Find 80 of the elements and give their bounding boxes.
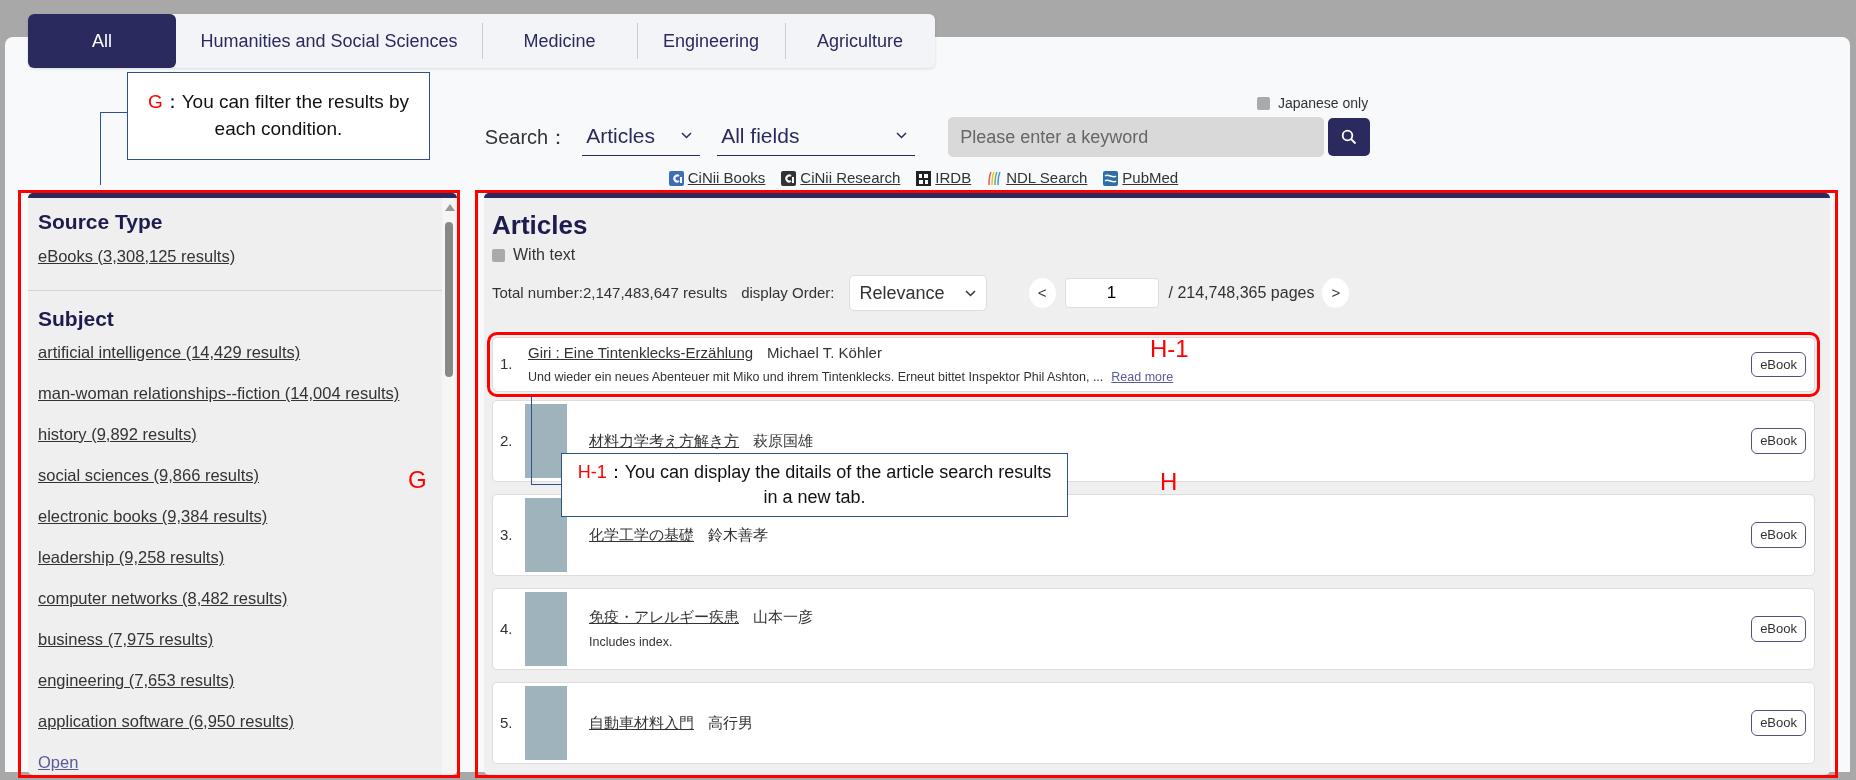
external-link[interactable]: IRDB: [935, 167, 972, 190]
ebook-button[interactable]: eBook: [1751, 522, 1806, 548]
region-label: H-1: [1150, 337, 1189, 361]
logo-icon: [987, 170, 1003, 186]
sort-dropdown[interactable]: Relevance: [848, 275, 987, 311]
logo-icon: [668, 170, 684, 186]
category-tab[interactable]: Agriculture: [785, 14, 935, 68]
search-label: Search：: [484, 125, 569, 150]
facet-link[interactable]: application software (6,950 results): [38, 710, 294, 733]
checkbox[interactable]: [492, 248, 505, 262]
result-title-link[interactable]: 免疫・アレルギー疾患: [589, 606, 739, 629]
facet-link[interactable]: leadership (9,258 results): [38, 546, 225, 569]
result-number: 1.: [500, 354, 514, 375]
external-link[interactable]: CiNii Research: [800, 167, 901, 190]
keyword-field[interactable]: Please enter a keyword: [948, 117, 1325, 157]
result-number: 3.: [500, 524, 514, 545]
page-total: / 214,748,365 pages: [1168, 283, 1315, 303]
result-number: 4.: [500, 618, 514, 639]
checkbox-label: With text: [513, 245, 576, 265]
result-author: 高行男: [708, 712, 753, 733]
page-number-field[interactable]: 1: [1064, 278, 1159, 308]
result-author: 鈴木善孝: [708, 524, 768, 545]
result-author: Michael T. Köhler: [767, 342, 882, 363]
external-link[interactable]: NDL Search: [1006, 167, 1088, 190]
ebook-button[interactable]: eBook: [1751, 428, 1806, 454]
facet-link[interactable]: computer networks (8,482 results): [38, 587, 288, 610]
scroll-up-icon[interactable]: [445, 204, 455, 211]
result-author: 萩原国雄: [753, 430, 813, 451]
ebook-button[interactable]: eBook: [1751, 710, 1806, 736]
logo-icon: [916, 170, 932, 186]
previous-page-button[interactable]: <: [1028, 278, 1056, 308]
result-count: Total number:2,147,483,647 results: [492, 282, 728, 303]
facet-link[interactable]: social sciences (9,866 results): [38, 464, 259, 487]
facet-link[interactable]: business (7,975 results): [38, 628, 214, 651]
logo-icon: [781, 170, 797, 186]
facet-link[interactable]: engineering (7,653 results): [38, 669, 235, 692]
result-title-link[interactable]: Giri : Eine Tintenklecks-Erzählung: [528, 341, 754, 365]
result-description: Und wieder ein neues Abenteuer mit Miko und ihrem Tintenklecks. Erneut bittet Inspektor Phil Ashton, ...: [528, 369, 1104, 387]
category-tab[interactable]: All: [28, 14, 176, 68]
sort-label: display Order:: [741, 282, 835, 303]
facet-link[interactable]: artificial intelligence (14,429 results): [38, 341, 301, 364]
search-icon: [1341, 129, 1358, 145]
facet-link[interactable]: history (9,892 results): [38, 423, 197, 446]
result-number: 5.: [500, 712, 514, 733]
search-type-dropdown[interactable]: Articles: [582, 118, 701, 156]
open-link[interactable]: Open: [38, 751, 79, 774]
section-heading: Articles: [492, 209, 589, 242]
search-button[interactable]: [1328, 118, 1371, 156]
search-field-dropdown[interactable]: All fields: [717, 118, 916, 156]
next-page-button[interactable]: >: [1322, 278, 1350, 308]
external-link[interactable]: PubMed: [1122, 167, 1179, 190]
logo-icon: [1103, 170, 1119, 186]
checkbox-label: Japanese only: [1277, 94, 1369, 113]
facet-link[interactable]: man-woman relationships--fiction (14,004 results): [38, 382, 400, 405]
category-tab[interactable]: Humanities and Social Sciences: [176, 14, 482, 68]
region-label: G: [408, 468, 427, 492]
region-label: H: [1160, 470, 1178, 494]
callout-note: H-1：You can display the ditails of the article search results in a new tab.: [561, 453, 1068, 517]
facet-link[interactable]: electronic books (9,384 results): [38, 505, 268, 528]
result-title-link[interactable]: 自動車材料入門: [589, 711, 694, 735]
result-author: 山本一彦: [753, 607, 813, 628]
external-link[interactable]: CiNii Books: [687, 167, 766, 190]
chevron-down-icon: [681, 132, 693, 139]
result-title-link[interactable]: 化学工学の基礎: [589, 523, 694, 547]
read-more-link[interactable]: Read more: [1111, 368, 1174, 388]
result-description: Includes index.: [589, 633, 673, 651]
callout-note: G：You can filter the results by each condition.: [127, 72, 430, 160]
scrollbar-thumb[interactable]: [445, 222, 453, 377]
facet-heading: Subject: [38, 305, 115, 332]
chevron-down-icon: [964, 289, 976, 297]
facet-link[interactable]: eBooks (3,308,125 results): [38, 244, 236, 268]
checkbox[interactable]: [1256, 97, 1270, 110]
facet-heading: Source Type: [38, 209, 164, 235]
ebook-button[interactable]: eBook: [1751, 616, 1806, 642]
category-tab[interactable]: Engineering: [637, 14, 785, 68]
category-tab[interactable]: Medicine: [482, 14, 637, 68]
result-title-link[interactable]: 材料力学考え方解き方: [589, 429, 739, 453]
result-number: 2.: [500, 430, 514, 451]
ebook-button[interactable]: eBook: [1751, 351, 1806, 378]
chevron-down-icon: [896, 132, 908, 139]
